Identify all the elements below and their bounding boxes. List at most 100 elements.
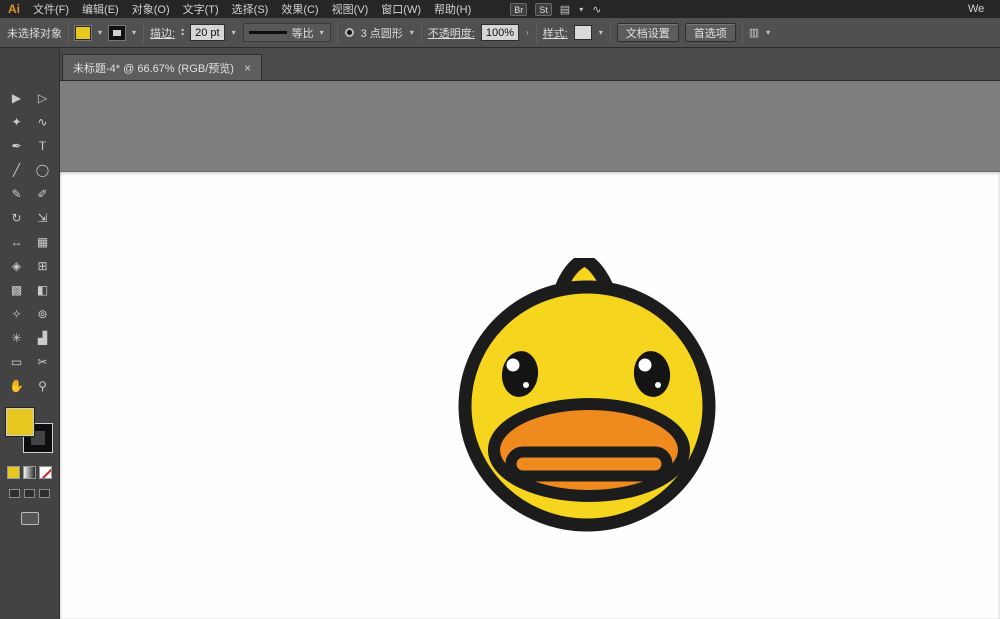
stroke-color-well[interactable] <box>109 26 125 40</box>
bridge-button[interactable]: Br <box>510 3 527 16</box>
duck-eye-left-highlight-small <box>523 382 529 388</box>
zoom-tool-icon: ⚲ <box>38 380 47 392</box>
hand-tool[interactable]: ✋ <box>4 374 30 398</box>
document-tab[interactable]: 未标题-4* @ 66.67% (RGB/预览) × <box>62 54 262 80</box>
width-tool-icon: ↔ <box>11 236 23 248</box>
blend-tool[interactable]: ⊚ <box>30 302 56 326</box>
brush-definition-label[interactable]: 3 点圆形 <box>361 25 403 41</box>
style-dropdown-icon[interactable]: ▾ <box>598 28 604 37</box>
preferences-button[interactable]: 首选项 <box>685 23 736 42</box>
screen-mode-button[interactable] <box>21 512 39 525</box>
document-setup-button[interactable]: 文档设置 <box>617 23 679 42</box>
zoom-tool[interactable]: ⚲ <box>30 374 56 398</box>
style-well[interactable] <box>574 25 592 40</box>
free-transform-tool[interactable]: ▦ <box>30 230 56 254</box>
menu-help[interactable]: 帮助(H) <box>434 1 471 17</box>
workspace-switcher-icon[interactable]: ▤ <box>560 3 570 16</box>
menubar-right-group: Br St ▤ ▾ ∿ <box>510 3 601 16</box>
direct-selection-tool[interactable]: ▷ <box>30 86 56 110</box>
control-bar: 未选择对象 ▾ ▾ 描边: ▴ ▾ 20 pt ▾ 等比 ▾ 3 点圆形 ▾ 不… <box>0 18 1000 48</box>
separator <box>610 22 611 44</box>
draw-behind-button[interactable] <box>24 489 35 498</box>
pencil-tool-icon: ✐ <box>37 188 47 200</box>
rotate-tool[interactable]: ↻ <box>4 206 30 230</box>
menu-object[interactable]: 对象(O) <box>132 1 170 17</box>
arrange-documents-dropdown-icon[interactable]: ▾ <box>765 28 771 37</box>
perspective-grid-tool[interactable]: ⊞ <box>30 254 56 278</box>
stroke-panel-link[interactable]: 描边: <box>150 25 175 41</box>
pencil-tool[interactable]: ✐ <box>30 182 56 206</box>
shape-builder-tool[interactable]: ◈ <box>4 254 30 278</box>
paintbrush-tool[interactable]: ✎ <box>4 182 30 206</box>
fill-swatch[interactable] <box>6 408 34 436</box>
pen-tool[interactable]: ✒ <box>4 134 30 158</box>
workspace-name-clipped[interactable]: We <box>968 3 992 15</box>
color-button[interactable] <box>7 466 20 479</box>
ellipse-tool[interactable]: ◯ <box>30 158 56 182</box>
gradient-button[interactable] <box>23 466 36 479</box>
arrange-documents-icon[interactable]: ▥ <box>749 26 759 39</box>
fill-color-well[interactable] <box>75 26 91 40</box>
opacity-panel-link[interactable]: 不透明度: <box>428 25 475 41</box>
opacity-flyout-icon[interactable]: › <box>525 28 530 37</box>
symbol-sprayer-tool-icon: ✳ <box>11 332 21 344</box>
width-profile-dropdown[interactable]: 等比 ▾ <box>243 23 331 42</box>
stroke-weight-field[interactable]: 20 pt <box>190 24 224 41</box>
menu-window[interactable]: 窗口(W) <box>381 1 421 17</box>
slice-tool[interactable]: ✂ <box>30 350 56 374</box>
draw-normal-button[interactable] <box>9 489 20 498</box>
style-panel-link[interactable]: 样式: <box>543 25 568 41</box>
eyedropper-tool[interactable]: ✧ <box>4 302 30 326</box>
paint-style-row <box>0 466 59 479</box>
column-graph-tool[interactable]: ▟ <box>30 326 56 350</box>
stroke-color-dropdown-icon[interactable]: ▾ <box>131 28 137 37</box>
line-segment-tool[interactable]: ╱ <box>4 158 30 182</box>
stock-button[interactable]: St <box>535 3 552 16</box>
selection-tool[interactable]: ▶ <box>4 86 30 110</box>
cs-live-icon[interactable]: ∿ <box>592 3 601 16</box>
none-button[interactable] <box>39 466 52 479</box>
free-transform-tool-icon: ▦ <box>37 236 48 248</box>
brush-preview-icon <box>347 30 352 35</box>
scale-tool-icon: ⇲ <box>37 212 47 224</box>
stroke-weight-dropdown-icon[interactable]: ▾ <box>231 28 237 37</box>
duck-eye-left-highlight <box>507 359 520 372</box>
width-tool[interactable]: ↔ <box>4 230 30 254</box>
tab-close-icon[interactable]: × <box>244 61 251 75</box>
drawing-modes-row <box>0 489 59 498</box>
stroke-profile-preview-icon <box>249 31 287 34</box>
menu-effect[interactable]: 效果(C) <box>281 1 318 17</box>
fill-stroke-swatches <box>6 408 54 458</box>
brush-dropdown-icon[interactable]: ▾ <box>409 28 415 37</box>
symbol-sprayer-tool[interactable]: ✳ <box>4 326 30 350</box>
type-tool[interactable]: T <box>30 134 56 158</box>
menu-view[interactable]: 视图(V) <box>332 1 369 17</box>
tools-grid: ▶ ▷ ✦ ∿ ✒ T ╱ ◯ ✎ ✐ ↻ ⇲ ↔ ▦ ◈ ⊞ ▩ ◧ ✧ ⊚ <box>0 86 59 398</box>
hand-tool-icon: ✋ <box>9 380 24 392</box>
profile-dropdown-icon[interactable]: ▾ <box>319 28 325 37</box>
opacity-field[interactable]: 100% <box>481 24 519 41</box>
document-tab-title: 未标题-4* @ 66.67% (RGB/预览) <box>73 60 234 76</box>
gradient-tool[interactable]: ◧ <box>30 278 56 302</box>
menu-type[interactable]: 文字(T) <box>183 1 219 17</box>
menu-file[interactable]: 文件(F) <box>33 1 69 17</box>
menu-edit[interactable]: 编辑(E) <box>82 1 119 17</box>
document-tab-bar: 未标题-4* @ 66.67% (RGB/预览) × <box>60 48 1000 81</box>
rotate-tool-icon: ↻ <box>11 212 21 224</box>
artboard-tool[interactable]: ▭ <box>4 350 30 374</box>
mesh-tool[interactable]: ▩ <box>4 278 30 302</box>
shape-builder-tool-icon: ◈ <box>12 260 21 272</box>
duck-mouth-line[interactable] <box>511 452 667 476</box>
magic-wand-tool[interactable]: ✦ <box>4 110 30 134</box>
fill-color-dropdown-icon[interactable]: ▾ <box>97 28 103 37</box>
lasso-tool[interactable]: ∿ <box>30 110 56 134</box>
canvas-area[interactable] <box>60 81 1000 619</box>
menu-select[interactable]: 选择(S) <box>232 1 269 17</box>
scale-tool[interactable]: ⇲ <box>30 206 56 230</box>
canvas-artwork-duck[interactable] <box>455 258 725 540</box>
workspace-dropdown-icon[interactable]: ▾ <box>578 5 584 14</box>
paintbrush-tool-icon: ✎ <box>11 188 21 200</box>
draw-inside-button[interactable] <box>39 489 50 498</box>
stroke-weight-stepper[interactable]: ▴ ▾ <box>181 28 184 38</box>
stepper-down-icon[interactable]: ▾ <box>181 33 184 38</box>
